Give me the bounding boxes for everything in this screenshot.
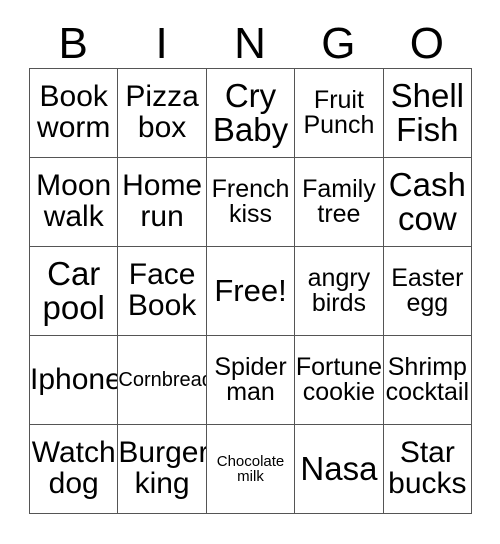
bingo-cell[interactable]: French kiss <box>206 158 296 247</box>
bingo-row: Book worm Pizza box Cry Baby Fruit Punch… <box>30 69 473 158</box>
bingo-cell-label: Cash cow <box>388 166 466 237</box>
bingo-cell-label: Watch dog <box>31 436 116 500</box>
bingo-cell[interactable]: Cash cow <box>383 158 473 247</box>
bingo-cell[interactable]: Book worm <box>30 69 119 158</box>
bingo-row: Car pool Face Book Free! angry birds Eas… <box>30 247 473 336</box>
bingo-row: Moon walk Home run French kiss Family tr… <box>30 158 473 247</box>
bingo-cell[interactable]: Spider man <box>206 336 296 425</box>
bingo-cell-label: Face Book <box>127 258 197 322</box>
bingo-cell-label: French kiss <box>211 174 290 228</box>
bingo-cell[interactable]: Cry Baby <box>206 69 296 158</box>
bingo-cell[interactable]: Pizza box <box>118 69 207 158</box>
bingo-cell-label: Fruit Punch <box>303 85 375 139</box>
bingo-cell[interactable]: Easter egg <box>383 247 473 336</box>
bingo-cell[interactable]: Face Book <box>118 247 207 336</box>
bingo-cell[interactable]: angry birds <box>295 247 384 336</box>
bingo-row: Iphone Cornbread Spider man Fortune cook… <box>30 336 473 425</box>
bingo-cell-label: Family tree <box>302 174 376 228</box>
bingo-cell-label: Cornbread <box>118 368 207 391</box>
bingo-cell[interactable]: Cornbread <box>118 336 207 425</box>
bingo-cell-label: Moon walk <box>36 169 112 233</box>
bingo-cell[interactable]: Family tree <box>295 158 384 247</box>
bingo-cell[interactable]: Shrimp cocktail <box>383 336 473 425</box>
bingo-header-row: B I N G O <box>29 15 471 68</box>
bingo-cell[interactable]: Moon walk <box>30 158 119 247</box>
bingo-cell[interactable]: Fruit Punch <box>295 69 384 158</box>
bingo-cell[interactable]: Chocolate milk <box>206 425 296 514</box>
bingo-cell[interactable]: Iphone <box>30 336 119 425</box>
bingo-cell[interactable]: Home run <box>118 158 207 247</box>
bingo-cell[interactable]: Fortune cookie <box>295 336 384 425</box>
bingo-header-letter-b: B <box>58 19 88 68</box>
bingo-cell-label: Shell Fish <box>390 77 465 148</box>
bingo-cell-label: Free! <box>214 273 287 309</box>
bingo-cell-label: Shrimp cocktail <box>385 352 470 406</box>
bingo-header-letter-i: I <box>155 19 168 68</box>
bingo-cell-label: Chocolate milk <box>216 452 285 485</box>
bingo-cell-label: Easter egg <box>391 263 464 317</box>
bingo-cell[interactable]: Nasa <box>295 425 384 514</box>
bingo-header-letter-n: N <box>234 19 266 68</box>
bingo-cell[interactable]: Watch dog <box>30 425 119 514</box>
bingo-cell-label: Iphone <box>30 362 119 396</box>
bingo-cell-label: Home run <box>122 169 203 233</box>
bingo-cell-label: Burger king <box>118 436 207 500</box>
bingo-cell[interactable]: Star bucks <box>383 425 473 514</box>
bingo-cell-label: angry birds <box>307 263 371 317</box>
bingo-grid: Book worm Pizza box Cry Baby Fruit Punch… <box>29 68 473 514</box>
bingo-cell-label: Fortune cookie <box>295 352 382 406</box>
bingo-cell[interactable]: Burger king <box>118 425 207 514</box>
bingo-cell-label: Star bucks <box>388 436 467 500</box>
bingo-cell[interactable]: Shell Fish <box>383 69 473 158</box>
bingo-cell-label: Cry Baby <box>212 77 289 148</box>
bingo-header-letter-g: G <box>321 19 356 68</box>
bingo-cell[interactable]: Car pool <box>30 247 119 336</box>
bingo-cell-label: Spider man <box>214 352 287 406</box>
bingo-header-letter-o: O <box>409 19 444 68</box>
bingo-cell-label: Pizza box <box>125 80 199 144</box>
bingo-cell-label: Nasa <box>300 450 378 488</box>
bingo-cell-free[interactable]: Free! <box>206 247 296 336</box>
bingo-card: B I N G O Book worm Pizza box Cry Baby F… <box>29 15 473 514</box>
bingo-row: Watch dog Burger king Chocolate milk Nas… <box>30 425 473 514</box>
bingo-cell-label: Car pool <box>42 255 105 326</box>
bingo-cell-label: Book worm <box>37 80 111 144</box>
